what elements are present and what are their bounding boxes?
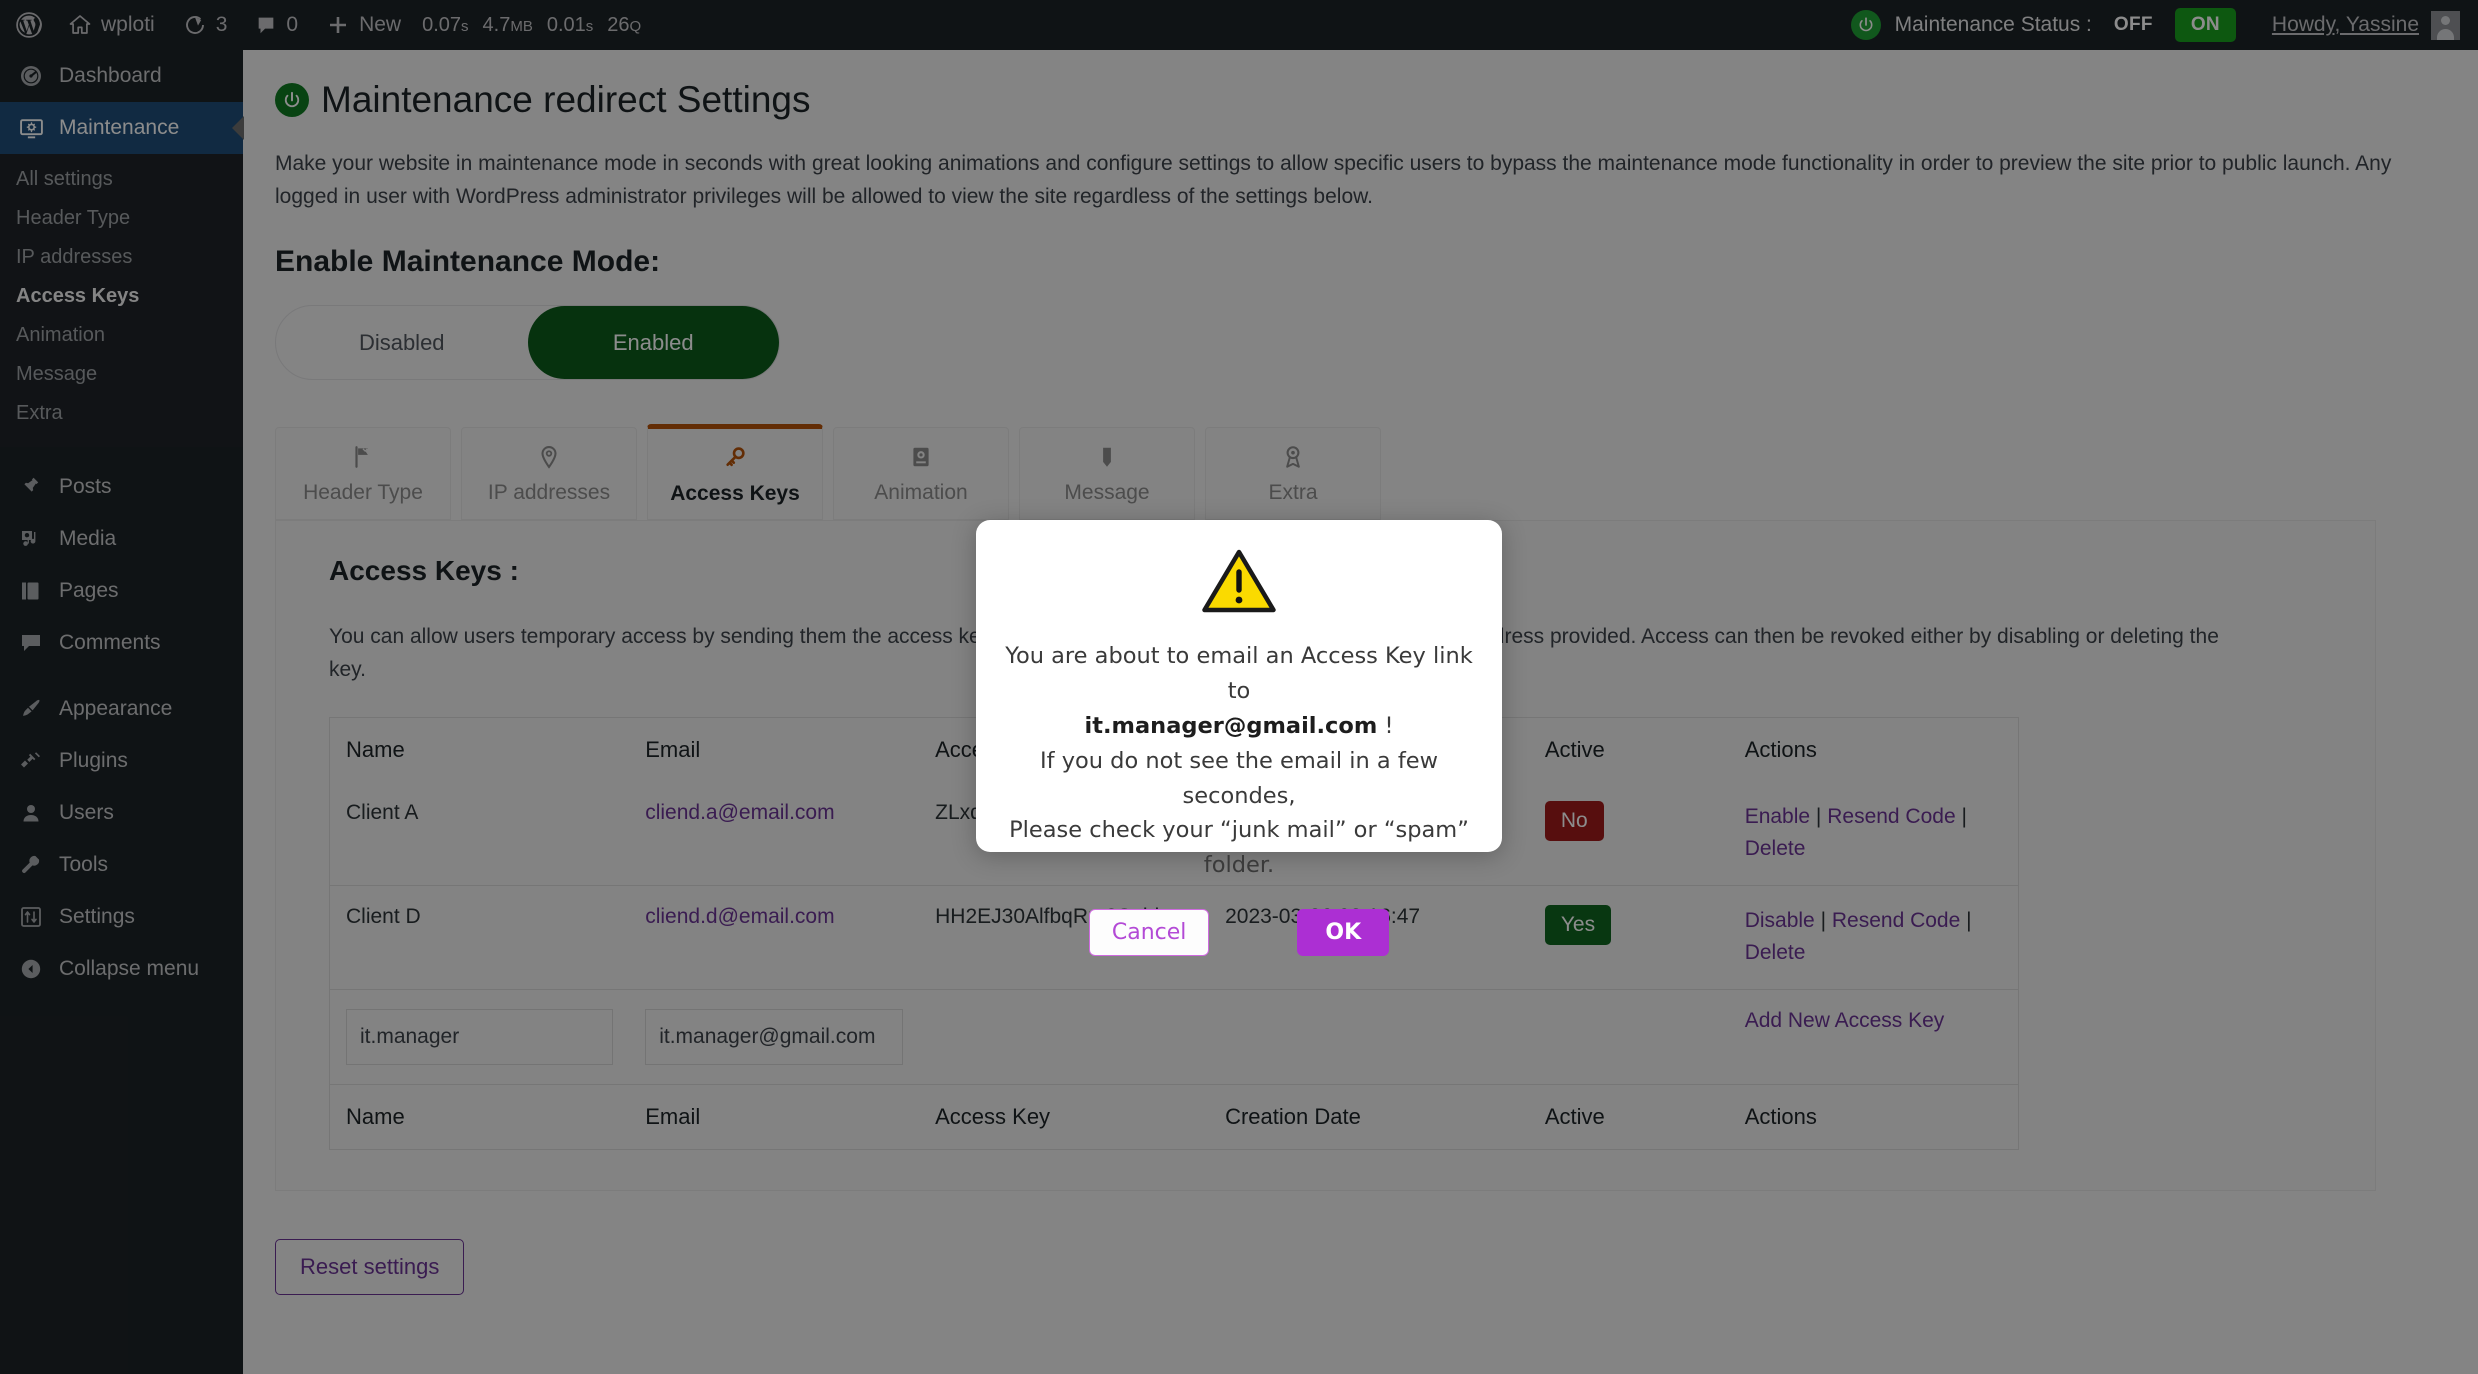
modal-bang: ! bbox=[1377, 712, 1394, 739]
ok-button[interactable]: OK bbox=[1297, 909, 1390, 957]
modal-line-2: it.manager@gmail.com ! bbox=[1002, 709, 1476, 744]
modal-email: it.manager@gmail.com bbox=[1084, 712, 1378, 739]
modal-line-4: Please check your “junk mail” or “spam” … bbox=[1009, 817, 1469, 879]
confirm-email-access-key-dialog: You are about to email an Access Key lin… bbox=[976, 520, 1502, 957]
modal-buttons: Cancel OK bbox=[1088, 909, 1390, 957]
modal-line-1: You are about to email an Access Key lin… bbox=[1005, 643, 1473, 704]
modal-line-3: If you do not see the email in a few sec… bbox=[1039, 747, 1438, 809]
cancel-button[interactable]: Cancel bbox=[1088, 909, 1210, 957]
modal-message: You are about to email an Access Key lin… bbox=[1002, 639, 1476, 883]
warning-triangle-icon bbox=[1201, 548, 1277, 621]
